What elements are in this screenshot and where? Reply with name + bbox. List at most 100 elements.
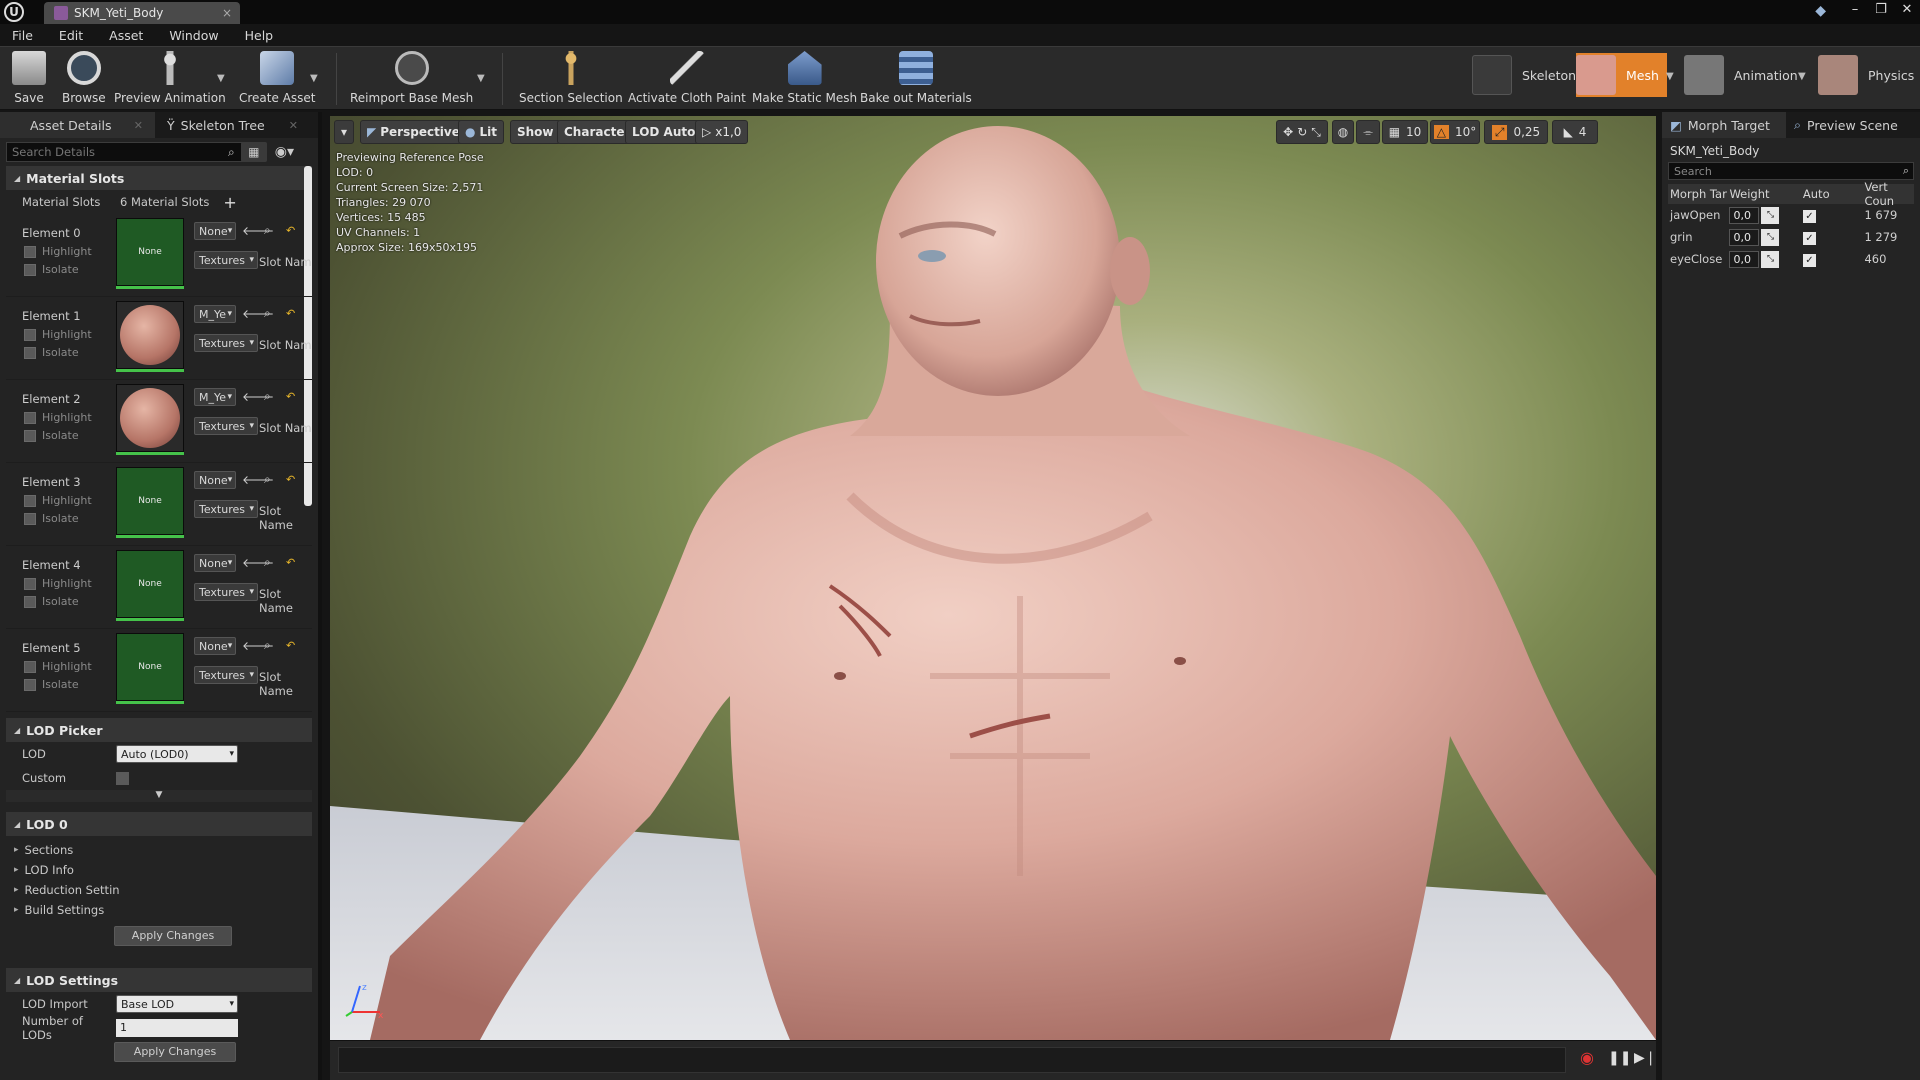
lod0-sections[interactable]: Sections bbox=[6, 840, 312, 860]
record-icon[interactable]: ◉ bbox=[1580, 1048, 1594, 1067]
column-weight[interactable]: Weight bbox=[1729, 187, 1792, 201]
rotation-snap-button[interactable]: △ 10° bbox=[1430, 120, 1480, 144]
textures-dropdown[interactable]: Textures bbox=[194, 417, 258, 435]
isolate-checkbox[interactable]: Isolate bbox=[24, 429, 79, 442]
menu-asset[interactable]: Asset bbox=[109, 28, 143, 43]
table-row[interactable]: eyeClose 0,0 ⤡ ✓ 460 bbox=[1668, 248, 1914, 270]
preview-animation-dropdown-icon[interactable]: ▼ bbox=[217, 73, 225, 84]
lod-select[interactable]: Auto (LOD0) bbox=[116, 745, 238, 763]
material-thumbnail[interactable] bbox=[116, 384, 184, 452]
visibility-eye-icon[interactable]: ◉▾ bbox=[275, 144, 294, 160]
material-select[interactable]: None bbox=[194, 554, 236, 572]
lod-auto-button[interactable]: LOD Auto bbox=[625, 120, 703, 144]
browse-magnifier-icon[interactable]: ⌕ bbox=[264, 638, 271, 653]
reset-icon[interactable]: ↶ bbox=[286, 639, 295, 652]
tab-preview-scene[interactable]: ⌕ Preview Scene bbox=[1786, 112, 1916, 138]
reset-icon[interactable]: ↶ bbox=[286, 390, 295, 403]
reset-icon[interactable]: ↶ bbox=[286, 473, 295, 486]
tab-morph-target[interactable]: ◩ Morph Target bbox=[1662, 112, 1786, 138]
material-select[interactable]: M_Ye bbox=[194, 305, 236, 323]
weight-input[interactable]: 0,0 bbox=[1729, 228, 1760, 246]
material-slots-header[interactable]: Material Slots bbox=[6, 166, 312, 190]
bake-out-materials-button[interactable]: Bake out Materials bbox=[860, 51, 972, 105]
add-slot-icon[interactable]: + bbox=[223, 193, 236, 212]
highlight-checkbox[interactable]: Highlight bbox=[24, 660, 92, 673]
close-tab-icon[interactable]: ✕ bbox=[289, 119, 298, 132]
reimport-dropdown-icon[interactable]: ▼ bbox=[477, 73, 485, 84]
browse-magnifier-icon[interactable]: ⌕ bbox=[264, 306, 271, 321]
auto-checkbox[interactable]: ✓ bbox=[1802, 209, 1816, 223]
column-morph-target[interactable]: Morph Tar bbox=[1668, 187, 1729, 201]
highlight-checkbox[interactable]: Highlight bbox=[24, 245, 92, 258]
mode-mesh-button[interactable]: Mesh bbox=[1576, 53, 1667, 97]
textures-dropdown[interactable]: Textures bbox=[194, 666, 258, 684]
reimport-base-mesh-button[interactable]: Reimport Base Mesh bbox=[350, 51, 473, 105]
section-selection-button[interactable]: Section Selection bbox=[519, 51, 623, 105]
browse-magnifier-icon[interactable]: ⌕ bbox=[264, 389, 271, 404]
show-button[interactable]: Show bbox=[510, 120, 561, 144]
highlight-checkbox[interactable]: Highlight bbox=[24, 494, 92, 507]
material-thumbnail[interactable]: None bbox=[116, 550, 184, 618]
playback-speed-button[interactable]: ▷ x1,0 bbox=[695, 120, 749, 144]
camera-speed-button[interactable]: ◣ 4 bbox=[1552, 120, 1598, 144]
tab-skeleton-tree[interactable]: Ϋ Skeleton Tree ✕ bbox=[155, 112, 310, 138]
weight-input[interactable]: 0,0 bbox=[1729, 206, 1760, 224]
scale-snap-button[interactable]: ⤢ 0,25 bbox=[1484, 120, 1548, 144]
reset-icon[interactable]: ↶ bbox=[286, 307, 295, 320]
isolate-checkbox[interactable]: Isolate bbox=[24, 346, 79, 359]
animation-mode-dropdown-icon[interactable]: ▼ bbox=[1798, 71, 1806, 82]
lod0-reduction-settings[interactable]: Reduction Settin bbox=[6, 880, 312, 900]
lod-picker-header[interactable]: LOD Picker bbox=[6, 718, 312, 742]
material-select[interactable]: M_Ye bbox=[194, 388, 236, 406]
weight-spinner-icon[interactable]: ⤡ bbox=[1761, 250, 1780, 268]
highlight-checkbox[interactable]: Highlight bbox=[24, 411, 92, 424]
viewport-options-dropdown[interactable]: ▾ bbox=[334, 120, 354, 144]
column-auto[interactable]: Auto bbox=[1793, 187, 1855, 201]
lod0-lod-info[interactable]: LOD Info bbox=[6, 860, 312, 880]
lod0-build-settings[interactable]: Build Settings bbox=[6, 900, 312, 920]
material-select[interactable]: None bbox=[194, 222, 236, 240]
morph-search-input[interactable]: Search ⌕ bbox=[1668, 162, 1914, 180]
lod-settings-header[interactable]: LOD Settings bbox=[6, 968, 312, 992]
highlight-checkbox[interactable]: Highlight bbox=[24, 577, 92, 590]
material-select[interactable]: None bbox=[194, 471, 236, 489]
mode-skeleton-button[interactable]: Skeleton bbox=[1472, 53, 1576, 97]
make-static-mesh-button[interactable]: Make Static Mesh bbox=[752, 51, 857, 105]
weight-spinner-icon[interactable]: ⤡ bbox=[1761, 206, 1780, 224]
auto-checkbox[interactable]: ✓ bbox=[1802, 231, 1816, 245]
close-tab-icon[interactable]: × bbox=[222, 6, 232, 20]
restore-icon[interactable]: ❐ bbox=[1868, 0, 1894, 24]
surface-snap-icon[interactable]: ⌯ bbox=[1356, 120, 1380, 144]
minimize-icon[interactable]: – bbox=[1842, 0, 1868, 24]
custom-checkbox[interactable] bbox=[116, 771, 129, 785]
material-thumbnail[interactable]: None bbox=[116, 633, 184, 701]
lit-button[interactable]: ● Lit bbox=[458, 120, 504, 144]
table-row[interactable]: jawOpen 0,0 ⤡ ✓ 1 679 bbox=[1668, 204, 1914, 226]
pause-icon[interactable]: ❚❚ bbox=[1608, 1050, 1631, 1066]
weight-spinner-icon[interactable]: ⤡ bbox=[1761, 228, 1780, 246]
weight-input[interactable]: 0,0 bbox=[1729, 250, 1760, 268]
details-search-input[interactable] bbox=[6, 142, 246, 162]
browse-magnifier-icon[interactable]: ⌕ bbox=[264, 223, 271, 238]
expand-more-icon[interactable]: ▼ bbox=[6, 790, 312, 802]
create-asset-dropdown-icon[interactable]: ▼ bbox=[310, 73, 318, 84]
table-row[interactable]: grin 0,0 ⤡ ✓ 1 279 bbox=[1668, 226, 1914, 248]
lod-settings-apply-changes-button[interactable]: Apply Changes bbox=[114, 1042, 236, 1062]
lod-import-select[interactable]: Base LOD bbox=[116, 995, 238, 1013]
material-thumbnail[interactable]: None bbox=[116, 467, 184, 535]
document-tab[interactable]: SKM_Yeti_Body × bbox=[44, 2, 240, 24]
browse-button[interactable]: Browse bbox=[62, 51, 106, 105]
material-thumbnail[interactable]: None bbox=[116, 218, 184, 286]
perspective-button[interactable]: ◤ Perspective bbox=[360, 120, 467, 144]
transform-tools[interactable]: ✥ ↻ ⤡ bbox=[1276, 120, 1328, 144]
close-window-icon[interactable]: ✕ bbox=[1894, 0, 1920, 24]
viewport[interactable]: ▾ ◤ Perspective ● Lit Show Character LOD A… bbox=[330, 116, 1656, 1040]
save-button[interactable]: Save bbox=[12, 51, 46, 105]
reset-icon[interactable]: ↶ bbox=[286, 556, 295, 569]
isolate-checkbox[interactable]: Isolate bbox=[24, 595, 79, 608]
tab-asset-details[interactable]: Asset Details ✕ bbox=[0, 112, 155, 138]
create-asset-button[interactable]: Create Asset bbox=[239, 51, 316, 105]
menu-file[interactable]: File bbox=[12, 28, 33, 43]
isolate-checkbox[interactable]: Isolate bbox=[24, 678, 79, 691]
material-thumbnail[interactable] bbox=[116, 301, 184, 369]
